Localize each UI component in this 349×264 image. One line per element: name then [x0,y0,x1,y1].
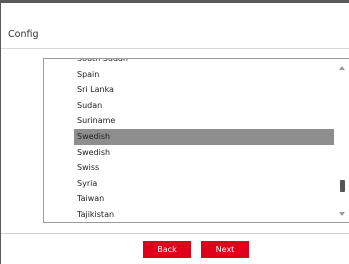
country-listbox[interactable]: South Sudan Spain Sri Lanka Sudan Surina… [43,58,349,223]
footer-divider [1,233,349,234]
list-item[interactable]: Swedish [74,145,334,161]
list-item[interactable]: Tajikistan [74,207,334,222]
list-item[interactable]: Taiwan [74,191,334,207]
list-item-selected[interactable]: Swedish [74,128,334,145]
list-item[interactable]: South Sudan [74,59,334,67]
scrollbar-thumb[interactable] [340,180,345,192]
list-item[interactable]: Spain [74,67,334,83]
list-items: South Sudan Spain Sri Lanka Sudan Surina… [74,59,334,222]
next-button[interactable]: Next [201,241,249,258]
list-item[interactable]: Sri Lanka [74,82,334,98]
list-scrollbar[interactable] [337,59,349,222]
dialog-title: Config [8,29,39,40]
config-dialog: Config South Sudan Spain Sri Lanka Sudan… [0,0,349,264]
chevron-up-icon[interactable] [339,66,345,70]
title-divider [1,48,349,49]
list-item[interactable]: Sudan [74,98,334,114]
back-button[interactable]: Back [143,241,191,258]
list-item[interactable]: Swiss [74,160,334,176]
list-item[interactable]: Suriname [74,113,334,129]
list-item[interactable]: Syria [74,176,334,192]
chevron-down-icon[interactable] [339,212,345,216]
